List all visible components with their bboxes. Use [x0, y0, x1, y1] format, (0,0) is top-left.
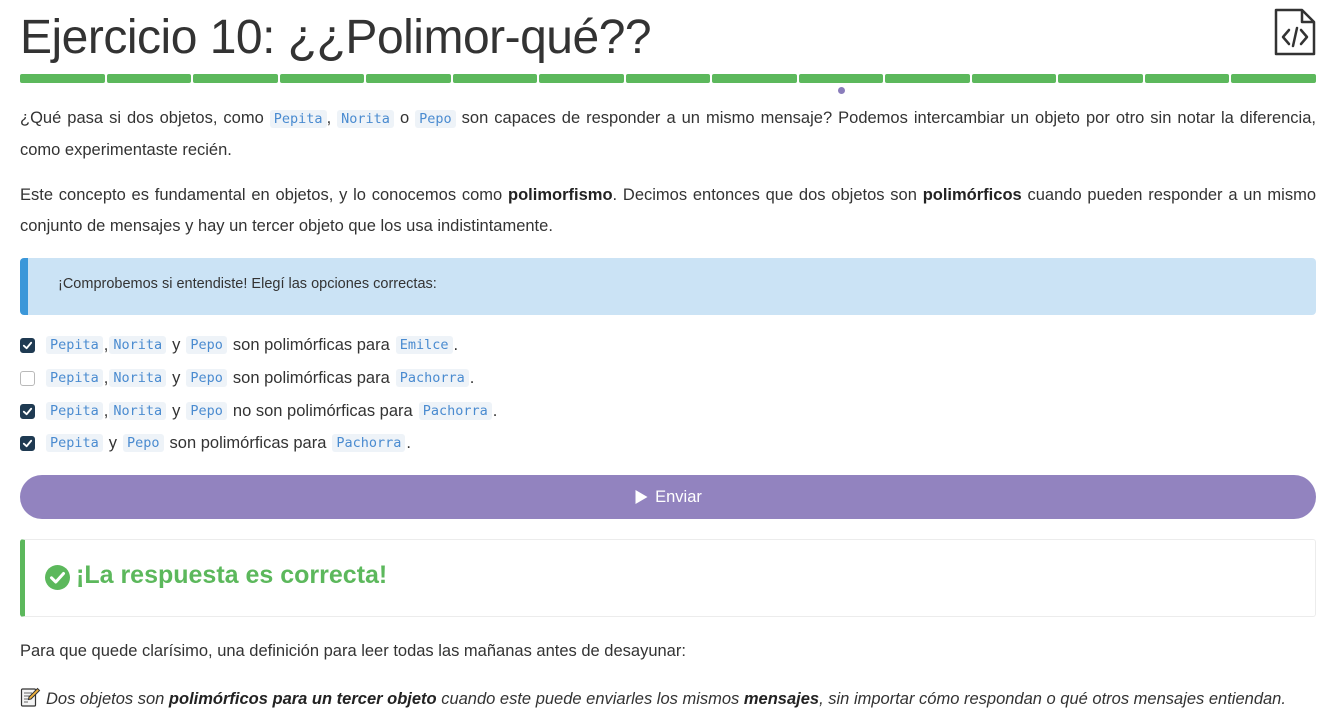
progress-segment[interactable]: [1231, 74, 1316, 83]
intro-paragraph-2: Este concepto es fundamental en objetos,…: [20, 180, 1316, 242]
result-message: ¡La respuesta es correcta!: [76, 561, 388, 589]
checkbox-option-1[interactable]: [20, 337, 35, 353]
option-text: son polimórficas para: [169, 433, 327, 452]
code-norita: Norita: [109, 336, 167, 354]
progress-segment[interactable]: [625, 74, 711, 83]
code-norita: Norita: [109, 369, 167, 387]
question-info-box: ¡Comprobemos si entendiste! Elegí las op…: [20, 258, 1316, 315]
progress-segment[interactable]: [193, 74, 278, 83]
separator: ,: [103, 368, 109, 387]
page-title: Ejercicio 10: ¿¿Polimor-qué??: [20, 11, 652, 64]
progress-segment[interactable]: [1144, 74, 1230, 83]
progress-segment[interactable]: [539, 74, 624, 83]
progress-segment[interactable]: [366, 74, 451, 83]
send-button[interactable]: Enviar: [20, 475, 1316, 519]
code-norita: Norita: [109, 402, 167, 420]
option-3[interactable]: Pepita, Norita y Pepo no son polimórficas …: [20, 399, 497, 423]
intro-paragraph-1: ¿Qué pasa si dos objetos, como Pepita, N…: [20, 103, 1316, 166]
code-target: Pachorra: [418, 402, 492, 420]
bold-polimorficos: polimórficos: [922, 186, 1022, 204]
checkmark-icon: [22, 439, 33, 447]
progress-segment[interactable]: [712, 74, 797, 83]
code-target: Pachorra: [332, 434, 406, 452]
progress-segment[interactable]: [279, 74, 365, 83]
check-circle-icon: [45, 565, 70, 590]
conjunction: y: [172, 335, 181, 354]
separator: o: [393, 109, 416, 127]
outro-paragraph: Para que quede clarísimo, una definición…: [20, 642, 686, 660]
progress-segment[interactable]: [885, 74, 970, 83]
question-prompt: ¡Comprobemos si entendiste! Elegí las op…: [58, 276, 437, 292]
code-pepo: Pepo: [186, 369, 227, 387]
progress-segment[interactable]: [798, 74, 884, 83]
definition-text: , sin importar cómo respondan o qué otro…: [819, 690, 1286, 708]
period: .: [469, 368, 475, 387]
conjunction: y: [172, 401, 181, 420]
progress-segment[interactable]: [20, 74, 105, 83]
definition-paragraph: Dos objetos son polimórficos para un ter…: [20, 684, 1316, 715]
code-pepita: Pepita: [46, 336, 103, 354]
result-box: ¡La respuesta es correcta!: [20, 539, 1316, 617]
period: .: [453, 335, 459, 354]
option-text: son polimórficas para: [232, 335, 390, 354]
conjunction: y: [108, 433, 118, 452]
option-1[interactable]: Pepita, Norita y Pepo son polimórficas par…: [20, 333, 458, 357]
code-target: Emilce: [395, 336, 453, 354]
code-file-icon[interactable]: [1274, 8, 1316, 56]
progress-segment[interactable]: [971, 74, 1057, 83]
separator: ,: [326, 109, 338, 127]
bold-definition: polimórficos para un tercer objeto: [168, 690, 437, 708]
option-4[interactable]: Pepita y Pepo son polimórficas para Pachor…: [20, 431, 411, 455]
code-pepita: Pepita: [46, 434, 103, 452]
checkbox-option-2[interactable]: [20, 370, 35, 386]
option-2[interactable]: Pepita, Norita y Pepo son polimórficas par…: [20, 366, 474, 390]
checkmark-icon: [22, 407, 33, 415]
conjunction: y: [172, 368, 181, 387]
code-pepita: Pepita: [46, 369, 103, 387]
period: .: [406, 433, 411, 452]
checkbox-option-3[interactable]: [20, 403, 35, 419]
code-pepo: Pepo: [123, 434, 164, 452]
period: .: [492, 401, 498, 420]
separator: ,: [103, 335, 109, 354]
send-button-label: Enviar: [655, 487, 702, 506]
code-pepo: Pepo: [415, 110, 456, 128]
bold-polimorfismo: polimorfismo: [508, 186, 613, 204]
code-pepo: Pepo: [186, 402, 227, 420]
code-pepita: Pepita: [269, 110, 327, 128]
code-target: Pachorra: [395, 369, 469, 387]
intro-text: . Decimos entonces que dos objetos son: [612, 186, 923, 204]
progress-segment[interactable]: [452, 74, 538, 83]
current-exercise-indicator: [837, 87, 845, 94]
memo-icon: [20, 687, 41, 707]
progress-segment[interactable]: [106, 74, 192, 83]
definition-text: cuando este puede enviarles los mismos: [436, 690, 744, 708]
checkmark-icon: [22, 341, 33, 349]
code-norita: Norita: [337, 110, 394, 128]
code-pepo: Pepo: [186, 336, 227, 354]
option-text: son polimórficas para: [232, 368, 390, 387]
bold-mensajes: mensajes: [743, 690, 820, 708]
play-icon: [635, 490, 648, 504]
progress-segment[interactable]: [1058, 74, 1143, 83]
definition-text: Dos objetos son: [46, 690, 169, 708]
intro-text: ¿Qué pasa si dos objetos, como: [20, 109, 270, 127]
exercise-progress-bar: [20, 74, 1316, 83]
code-pepita: Pepita: [46, 402, 103, 420]
checkbox-option-4[interactable]: [20, 435, 35, 451]
option-text: no son polimórficas para: [232, 401, 413, 420]
intro-text: Este concepto es fundamental en objetos,…: [20, 186, 509, 204]
separator: ,: [103, 401, 109, 420]
